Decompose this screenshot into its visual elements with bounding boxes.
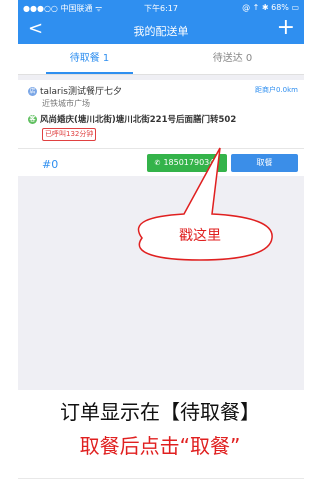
tab-pending-pickup-label: 待取餐 1 <box>69 53 110 64</box>
nav-bar: < 我的配送单 + <box>18 16 304 44</box>
callout-text: 戳这里 <box>179 228 221 244</box>
battery-status: @ ↑ ✱ 68% ▭ <box>242 3 299 12</box>
store-icon: 店 <box>28 87 37 96</box>
status-bar: ●●●○○ 中国联通 ᯤ 下午6:17 @ ↑ ✱ 68% ▭ <box>18 0 304 16</box>
bottom-divider <box>18 478 304 479</box>
order-tabs: 待取餐 1 待送达 0 <box>18 44 304 75</box>
customer-address: 风尚婚庆(塘川北街)塘川北街221号后面膳门转502 <box>40 115 237 125</box>
customer-row: 客风尚婚庆(塘川北街)塘川北街221号后面膳门转502 <box>28 113 236 125</box>
customer-icon: 客 <box>28 115 37 124</box>
store-row: 店 talaris测试餐厅七夕 <box>28 84 122 97</box>
caption-line-1: 订单显示在【待取餐】 <box>60 400 260 424</box>
active-tab-indicator <box>46 72 133 74</box>
tab-pending-delivery-label: 待送达 0 <box>212 53 253 64</box>
tab-pending-delivery[interactable]: 待送达 0 <box>161 44 304 74</box>
page-title: 我的配送单 <box>133 25 189 38</box>
add-button[interactable]: + <box>277 16 295 40</box>
store-name: talaris测试餐厅七夕 <box>40 87 122 97</box>
call-time-badge: 已呼叫132分钟 <box>42 128 97 141</box>
caption-line-2: 取餐后点击“取餐” <box>79 434 241 458</box>
tab-pending-pickup[interactable]: 待取餐 1 <box>18 44 161 74</box>
order-number: #0 <box>42 158 59 171</box>
store-distance: 距商户0.0km <box>254 86 298 94</box>
store-address: 近铁城市广场 <box>42 99 90 108</box>
